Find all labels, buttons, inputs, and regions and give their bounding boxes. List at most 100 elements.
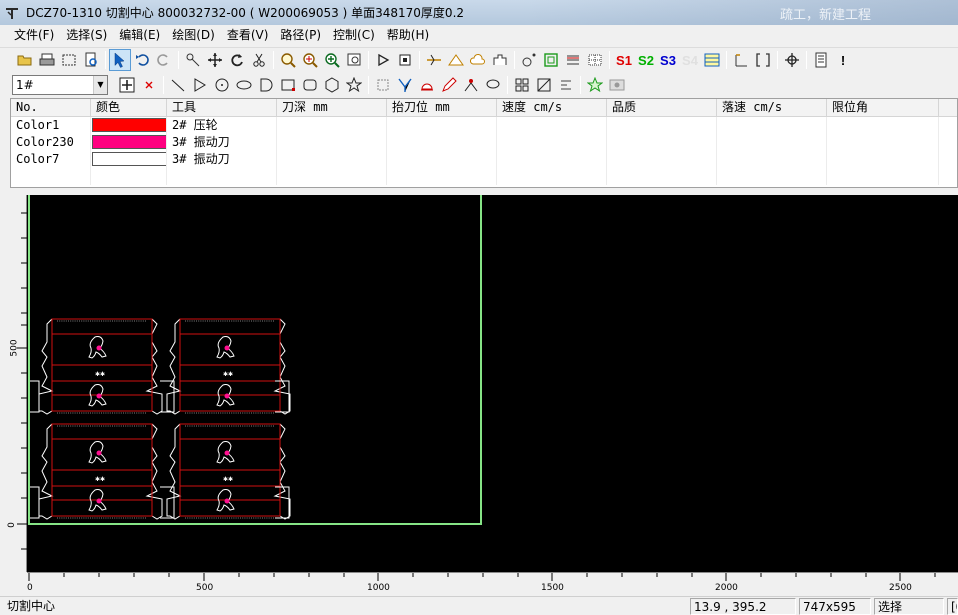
hatch-icon[interactable] — [533, 74, 555, 96]
lasso-tool-icon[interactable] — [482, 74, 504, 96]
pointer-select-icon[interactable] — [109, 49, 131, 71]
s2-button[interactable]: S2 — [635, 49, 657, 71]
row-lift — [387, 134, 497, 151]
bell-tool-icon[interactable] — [416, 74, 438, 96]
menu-draw[interactable]: 绘图(D) — [166, 25, 221, 46]
pencil-tool-icon[interactable] — [438, 74, 460, 96]
s4-label: S4 — [682, 52, 698, 68]
menu-edit[interactable]: 编辑(E) — [113, 25, 166, 46]
calculator-icon[interactable] — [810, 49, 832, 71]
row-depth — [277, 151, 387, 168]
carton-die[interactable] — [166, 423, 291, 520]
layers-icon[interactable] — [701, 49, 723, 71]
line-tool-icon[interactable] — [167, 74, 189, 96]
array-icon[interactable] — [511, 74, 533, 96]
star-tool-icon[interactable] — [343, 74, 365, 96]
bracket-icon[interactable] — [752, 49, 774, 71]
col-header-no[interactable]: No. — [11, 99, 91, 117]
knife-tool-icon[interactable] — [394, 74, 416, 96]
col-header-limit-angle[interactable]: 限位角 — [827, 99, 939, 117]
alert-button[interactable]: ! — [832, 49, 854, 71]
drawing-canvas[interactable]: ✱✱ — [27, 195, 958, 572]
col-header-color[interactable]: 颜色 — [91, 99, 167, 117]
zoom-fit-icon[interactable] — [299, 49, 321, 71]
cloud-shape-icon[interactable] — [467, 49, 489, 71]
rounded-rect-tool-icon[interactable] — [299, 74, 321, 96]
circle-tool-icon[interactable] — [211, 74, 233, 96]
menu-view[interactable]: 查看(V) — [221, 25, 275, 46]
measure-tool-icon[interactable] — [460, 74, 482, 96]
s3-button[interactable]: S3 — [657, 49, 679, 71]
rectangle-tool-icon[interactable] — [277, 74, 299, 96]
color-swatch[interactable] — [92, 118, 166, 132]
origin-icon[interactable] — [730, 49, 752, 71]
print-preview-icon[interactable] — [80, 49, 102, 71]
col-header-tool[interactable]: 工具 — [167, 99, 277, 117]
bounding-box-icon[interactable] — [372, 74, 394, 96]
col-header-lift[interactable]: 抬刀位 mm — [387, 99, 497, 117]
bridge-icon[interactable] — [489, 49, 511, 71]
s1-button[interactable]: S1 — [613, 49, 635, 71]
menu-help[interactable]: 帮助(H) — [381, 25, 435, 46]
zoom-page-icon[interactable] — [343, 49, 365, 71]
color-swatch[interactable] — [92, 135, 166, 149]
menu-path[interactable]: 路径(P) — [274, 25, 327, 46]
ellipse-tool-icon[interactable] — [233, 74, 255, 96]
ruler-label-x: 2500 — [889, 583, 912, 593]
zoom-in-icon[interactable] — [321, 49, 343, 71]
menu-control[interactable]: 控制(C) — [327, 25, 381, 46]
star-import-icon[interactable] — [584, 74, 606, 96]
align-icon[interactable] — [555, 74, 577, 96]
col-header-drop-speed[interactable]: 落速 cm/s — [717, 99, 827, 117]
status-mode: 切割中心 — [7, 599, 56, 613]
vertical-ruler: 500 0 — [7, 195, 27, 572]
play-icon[interactable] — [372, 49, 394, 71]
open-folder-icon[interactable] — [14, 49, 36, 71]
move-icon[interactable] — [204, 49, 226, 71]
col-header-depth[interactable]: 刀深 mm — [277, 99, 387, 117]
row-color[interactable] — [91, 151, 167, 168]
menu-select[interactable]: 选择(S) — [60, 25, 113, 46]
frame-icon[interactable] — [540, 49, 562, 71]
zoom-window-icon[interactable] — [277, 49, 299, 71]
delete-point-icon[interactable] — [138, 74, 160, 96]
select-rect-icon[interactable] — [58, 49, 80, 71]
print-icon[interactable] — [36, 49, 58, 71]
stop-icon[interactable] — [394, 49, 416, 71]
color-swatch[interactable] — [92, 152, 166, 166]
ruler-label-x: 0 — [27, 583, 33, 593]
hill-shape-icon[interactable] — [445, 49, 467, 71]
table-row[interactable]: Color230 3# 振动刀 — [11, 134, 957, 151]
col-header-quality[interactable]: 品质 — [607, 99, 717, 117]
row-tool: 2# 压轮 — [167, 117, 277, 134]
grid-icon[interactable] — [584, 49, 606, 71]
redo-icon[interactable] — [153, 49, 175, 71]
table-row[interactable]: Color7 3# 振动刀 — [11, 151, 957, 168]
polyline-tool-icon[interactable] — [189, 74, 211, 96]
empty-cell — [717, 168, 827, 185]
node-edit-icon[interactable] — [182, 49, 204, 71]
arc-tool-icon[interactable] — [255, 74, 277, 96]
record-icon[interactable] — [606, 74, 628, 96]
layer-select[interactable]: 1# ▼ — [12, 74, 108, 95]
scissors-icon[interactable] — [248, 49, 270, 71]
add-point-icon[interactable] — [116, 74, 138, 96]
row-color[interactable] — [91, 117, 167, 134]
table-row[interactable]: Color1 2# 压轮 — [11, 117, 957, 134]
carton-die[interactable] — [38, 318, 163, 415]
crosshair-icon[interactable] — [781, 49, 803, 71]
col-header-speed[interactable]: 速度 cm/s — [497, 99, 607, 117]
undo-icon[interactable] — [131, 49, 153, 71]
s4-button[interactable]: S4 — [679, 49, 701, 71]
split-path-icon[interactable] — [423, 49, 445, 71]
rotate-icon[interactable] — [226, 49, 248, 71]
menu-file[interactable]: 文件(F) — [8, 25, 60, 46]
row-color[interactable] — [91, 134, 167, 151]
cut-layout-drawing[interactable]: ✱✱ — [27, 195, 958, 572]
carton-die[interactable] — [38, 423, 163, 520]
carton-die[interactable] — [166, 318, 291, 415]
lines-icon[interactable] — [562, 49, 584, 71]
chevron-down-icon[interactable]: ▼ — [93, 75, 107, 94]
node-icon[interactable] — [518, 49, 540, 71]
hexagon-tool-icon[interactable] — [321, 74, 343, 96]
